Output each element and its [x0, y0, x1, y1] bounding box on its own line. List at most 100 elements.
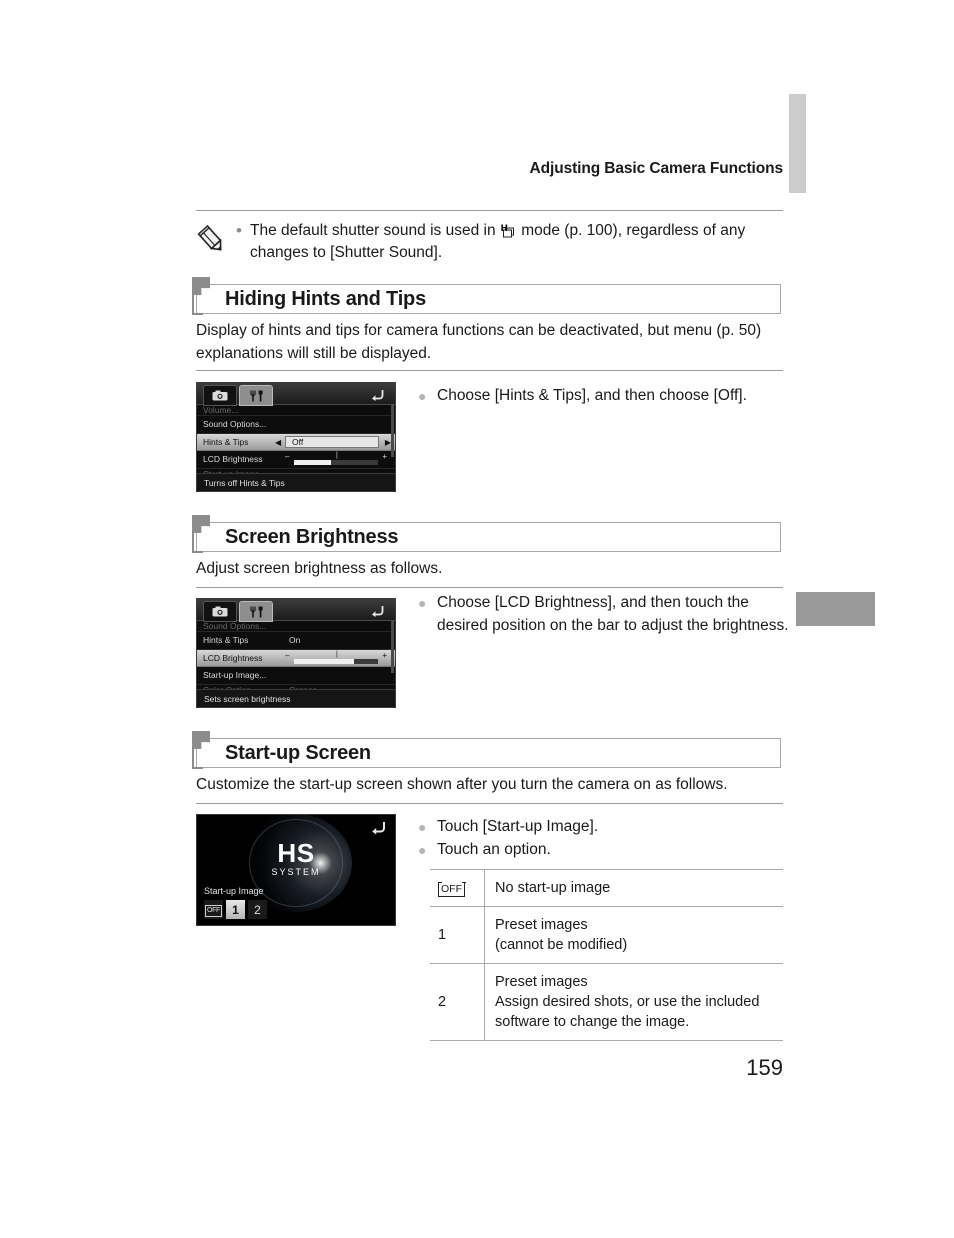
note-bullet: •	[236, 221, 242, 240]
brightness-slider[interactable]: – | +	[285, 452, 387, 465]
slider-fill	[294, 460, 331, 465]
instruction-list: ● Choose [Hints & Tips], and then choose…	[418, 385, 788, 408]
brightness-slider[interactable]: – | +	[285, 650, 387, 664]
camera-screen-hints-tips: Volume... Sound Options... Hints & Tips …	[196, 382, 396, 492]
table-cell-key: 1	[430, 906, 485, 964]
camera-tab-bar	[197, 383, 395, 406]
section-description: Adjust screen brightness as follows.	[196, 560, 443, 577]
table-cell-key: 2	[430, 963, 485, 1041]
arrow-left-icon[interactable]: ◀	[275, 438, 281, 447]
instruction-text: Choose [LCD Brightness], and then touch …	[437, 594, 789, 634]
instruction-text: Touch [Start-up Image].	[437, 818, 599, 835]
instruction-item: ● Touch an option.	[418, 839, 790, 862]
camera-menu-rows: Sound Options... Hints & Tips On LCD Bri…	[197, 621, 395, 697]
instruction-item: ● Choose [LCD Brightness], and then touc…	[418, 592, 790, 637]
menu-row-label: Volume...	[203, 405, 239, 415]
margin-tab-dark	[796, 592, 875, 626]
menu-row[interactable]: Sound Options...	[197, 621, 395, 632]
note-block: • The default shutter sound is used in H…	[196, 210, 783, 264]
startup-option-off[interactable]: OFF	[204, 900, 223, 919]
table-row: OFF No start-up image	[430, 869, 783, 907]
tab-setup[interactable]	[239, 601, 273, 622]
hs-system-logo: HS SYSTEM	[271, 840, 320, 878]
back-button[interactable]	[365, 601, 389, 619]
menu-row-label: Sound Options...	[203, 419, 267, 430]
camera-splash-screen: HS SYSTEM Start-up Image OFF 1 2	[196, 814, 396, 926]
startup-option-1[interactable]: 1	[226, 900, 245, 919]
table-cell-description: Preset images (cannot be modified)	[484, 906, 783, 964]
back-button[interactable]	[365, 385, 389, 403]
section-description: Display of hints and tips for camera fun…	[196, 322, 762, 362]
menu-row-selected[interactable]: Hints & Tips ◀ Off ▶	[197, 433, 395, 451]
margin-tab-light	[789, 94, 806, 193]
page-number: 159	[746, 1055, 783, 1080]
menu-row[interactable]: Volume...	[197, 405, 395, 416]
scrollbar[interactable]	[391, 405, 394, 457]
menu-row-selected[interactable]: LCD Brightness – | +	[197, 649, 395, 667]
section-flag-tail-icon	[192, 749, 203, 769]
section-heading-start-up-screen: Start-up Screen	[192, 731, 781, 769]
tab-shooting[interactable]	[203, 385, 237, 406]
slider-minus-label: –	[285, 650, 290, 660]
tab-setup[interactable]	[239, 385, 273, 406]
camera-hint-bar: Sets screen brightness	[197, 689, 395, 707]
svg-text:H: H	[500, 224, 508, 234]
startup-option-2[interactable]: 2	[248, 900, 267, 919]
slider-plus-label: +	[382, 650, 387, 660]
table-cell-key: OFF	[430, 869, 485, 907]
startup-option-table: OFF No start-up image 1 Preset images (c…	[430, 869, 783, 1041]
menu-row[interactable]: Hints & Tips On	[197, 632, 395, 650]
tab-shooting[interactable]	[203, 601, 237, 622]
menu-row-value[interactable]: Off	[285, 435, 379, 448]
menu-row[interactable]: Start-up Image...	[197, 667, 395, 685]
camera-hint-bar: Turns off Hints & Tips	[197, 473, 395, 491]
menu-row-label: LCD Brightness	[203, 652, 263, 663]
instruction-bullet-icon: ●	[418, 595, 427, 611]
slider-center-tick: |	[336, 650, 338, 658]
instruction-list: ● Choose [LCD Brightness], and then touc…	[418, 592, 790, 637]
instruction-bullet-icon: ●	[418, 841, 427, 858]
instruction-item: ● Touch [Start-up Image].	[418, 816, 790, 839]
high-speed-burst-icon: H	[500, 222, 517, 238]
startup-image-options: OFF 1 2	[204, 900, 267, 919]
wrench-fork-icon	[249, 389, 263, 401]
camera-tab-bar	[197, 599, 395, 622]
section-rule	[196, 370, 783, 371]
slider-minus-label: –	[285, 452, 290, 461]
pencil-icon	[196, 220, 236, 264]
table-row: 2 Preset images Assign desired shots, or…	[430, 963, 783, 1041]
section-description: Customize the start-up screen shown afte…	[196, 776, 728, 793]
slider-plus-label: +	[382, 452, 387, 461]
startup-image-label: Start-up Image	[204, 886, 264, 896]
menu-row-label: Hints & Tips	[203, 635, 249, 646]
slider-track[interactable]	[294, 460, 378, 465]
section-rule	[196, 803, 783, 804]
return-arrow-icon	[371, 605, 383, 617]
menu-row[interactable]: LCD Brightness – | +	[197, 451, 395, 469]
menu-row-label: LCD Brightness	[203, 454, 263, 465]
table-row: 1 Preset images (cannot be modified)	[430, 906, 783, 964]
camera-icon	[212, 390, 228, 401]
menu-row-value: On	[289, 635, 301, 646]
menu-row[interactable]: Sound Options...	[197, 416, 395, 434]
off-glyph-icon: OFF	[437, 881, 466, 897]
running-header: Adjusting Basic Camera Functions	[529, 160, 784, 177]
slider-fill	[294, 658, 355, 664]
instruction-text: Touch an option.	[437, 840, 551, 858]
logo-main-text: HS	[277, 838, 315, 868]
table-cell-description: Preset images Assign desired shots, or u…	[484, 963, 783, 1041]
section-flag-tail-icon	[192, 295, 203, 315]
return-arrow-icon	[372, 822, 385, 835]
section-rule	[196, 587, 783, 588]
slider-center-tick: |	[336, 452, 338, 459]
instruction-text: Choose [Hints & Tips], and then choose […	[437, 387, 747, 404]
slider-track[interactable]	[294, 658, 378, 664]
menu-row-label: Hints & Tips	[203, 436, 249, 447]
scrollbar[interactable]	[391, 621, 394, 673]
back-button[interactable]	[370, 820, 387, 840]
camera-icon	[212, 606, 228, 617]
section-heading-screen-brightness: Screen Brightness	[192, 515, 781, 553]
menu-row-label: Start-up Image...	[203, 670, 267, 681]
instruction-bullet-icon: ●	[418, 819, 427, 835]
section-title: Screen Brightness	[225, 525, 399, 548]
